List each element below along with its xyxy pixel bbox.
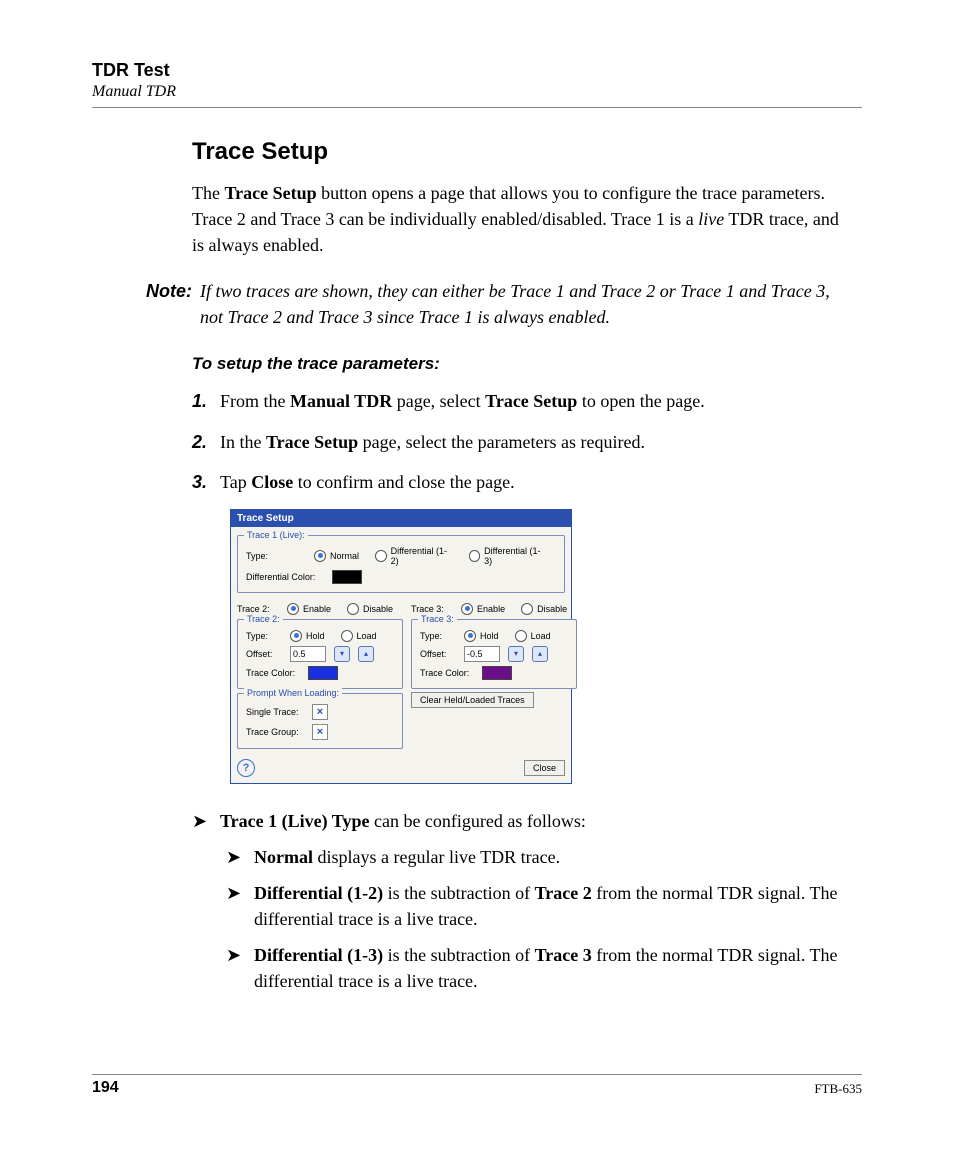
chk-single-trace[interactable]: × <box>312 704 328 720</box>
page-number: 194 <box>92 1079 119 1097</box>
radio-diff12[interactable]: Differential (1-2) <box>375 546 452 566</box>
t3-offset-up[interactable]: ▴ <box>532 646 548 662</box>
chk-trace-group[interactable]: × <box>312 724 328 740</box>
radio-t3-load[interactable]: Load <box>515 630 551 642</box>
note-text: If two traces are shown, they can either… <box>200 278 842 330</box>
steps-intro: To setup the trace parameters: <box>192 354 842 374</box>
t3-color-swatch[interactable] <box>482 666 512 680</box>
intro-paragraph: The Trace Setup button opens a page that… <box>192 180 842 258</box>
radio-diff13[interactable]: Differential (1-3) <box>469 546 546 566</box>
radio-t2-hold[interactable]: Hold <box>290 630 325 642</box>
t2-color-swatch[interactable] <box>308 666 338 680</box>
sub-bullet-diff12: ➤ Differential (1-2) is the subtraction … <box>226 880 842 932</box>
radio-t2-load[interactable]: Load <box>341 630 377 642</box>
arrow-icon: ➤ <box>192 808 220 834</box>
step-3: 3. Tap Close to confirm and close the pa… <box>192 469 842 495</box>
trace1-fieldset: Trace 1 (Live): Type: Normal Differentia… <box>237 535 565 593</box>
trace3-fieldset: Trace 3: Type: Hold Load Offset: -0.5 ▾ … <box>411 619 577 689</box>
radio-normal[interactable]: Normal <box>314 550 359 562</box>
note-block: Note: If two traces are shown, they can … <box>122 278 842 330</box>
bullet-lead: ➤ Trace 1 (Live) Type can be configured … <box>192 808 842 834</box>
arrow-icon: ➤ <box>226 844 254 870</box>
section-heading: Trace Setup <box>192 138 862 166</box>
chapter-subtitle: Manual TDR <box>92 83 862 101</box>
t2-offset-down[interactable]: ▾ <box>334 646 350 662</box>
radio-t3-disable[interactable]: Disable <box>521 603 567 615</box>
radio-t3-enable[interactable]: Enable <box>461 603 505 615</box>
document-id: FTB-635 <box>814 1081 862 1097</box>
diff-color-swatch[interactable] <box>332 570 362 584</box>
header-divider <box>92 107 862 108</box>
radio-t2-disable[interactable]: Disable <box>347 603 393 615</box>
note-label: Note: <box>122 278 200 330</box>
radio-t2-enable[interactable]: Enable <box>287 603 331 615</box>
step-1: 1. From the Manual TDR page, select Trac… <box>192 388 842 414</box>
t2-offset-up[interactable]: ▴ <box>358 646 374 662</box>
help-icon[interactable]: ? <box>237 759 255 777</box>
t3-offset-input[interactable]: -0.5 <box>464 646 500 662</box>
t2-offset-input[interactable]: 0.5 <box>290 646 326 662</box>
dialog-titlebar: Trace Setup <box>231 510 571 527</box>
close-button[interactable]: Close <box>524 760 565 776</box>
page-footer: 194 FTB-635 <box>92 1074 862 1097</box>
trace-setup-dialog: Trace Setup Trace 1 (Live): Type: Normal… <box>230 509 572 784</box>
sub-bullet-normal: ➤ Normal displays a regular live TDR tra… <box>226 844 842 870</box>
arrow-icon: ➤ <box>226 942 254 994</box>
t3-offset-down[interactable]: ▾ <box>508 646 524 662</box>
trace2-fieldset: Trace 2: Type: Hold Load Offset: 0.5 ▾ ▴ <box>237 619 403 689</box>
clear-traces-button[interactable]: Clear Held/Loaded Traces <box>411 692 534 708</box>
arrow-icon: ➤ <box>226 880 254 932</box>
prompt-fieldset: Prompt When Loading: Single Trace: × Tra… <box>237 693 403 749</box>
radio-t3-hold[interactable]: Hold <box>464 630 499 642</box>
step-2: 2. In the Trace Setup page, select the p… <box>192 429 842 455</box>
chapter-title: TDR Test <box>92 60 862 81</box>
sub-bullet-diff13: ➤ Differential (1-3) is the subtraction … <box>226 942 842 994</box>
